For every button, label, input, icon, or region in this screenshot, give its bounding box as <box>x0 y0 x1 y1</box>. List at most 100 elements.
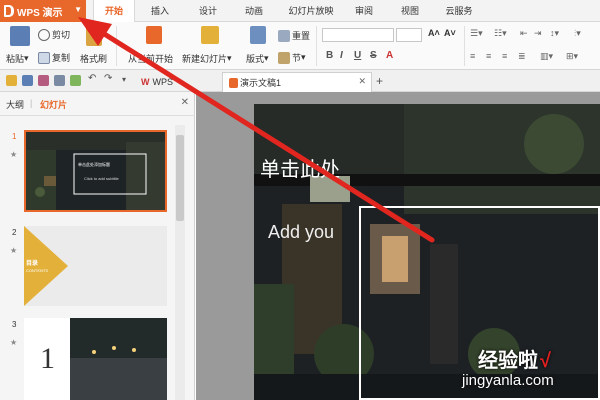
save-icon[interactable] <box>22 75 33 86</box>
tab-slideshow[interactable]: 幻灯片放映 <box>282 0 340 22</box>
tab-review[interactable]: 审阅 <box>346 0 382 22</box>
scissors-icon <box>38 28 50 41</box>
watermark-title: 经验啦 <box>478 350 538 372</box>
bullet-list-icon[interactable]: ☰▾ <box>470 28 483 39</box>
chevron-down-icon[interactable]: ▼ <box>74 5 82 14</box>
preview-icon[interactable] <box>70 75 81 86</box>
redo-icon[interactable]: ↷ <box>104 73 115 84</box>
thumbnail-gold-arrow-shape <box>24 226 68 306</box>
cut-button[interactable]: 剪切 <box>38 28 70 41</box>
slide-thumbnail[interactable]: 1 <box>24 318 167 400</box>
decrease-indent-icon[interactable]: ⇤ <box>520 28 528 39</box>
new-slide-button[interactable]: 新建幻灯片 ▾ <box>182 52 232 65</box>
text-direction-icon[interactable]: ⫶▾ <box>574 28 581 39</box>
undo-icon[interactable]: ↶ <box>88 73 99 84</box>
tab-design[interactable]: 设计 <box>190 0 226 22</box>
slide-thumbnail[interactable]: 单击此处添加标题 Click to add subtitle <box>24 130 167 212</box>
format-painter-button[interactable]: 格式刷 <box>80 52 107 65</box>
quick-access-bar: ↶ ↷ ▾ W WPS 演示文稿1 ✕ + <box>0 70 600 92</box>
align-center-icon[interactable]: ≡ <box>486 51 491 61</box>
font-grow-icon[interactable]: A˄ <box>428 28 440 38</box>
export-pdf-icon[interactable] <box>38 75 49 86</box>
new-tab-icon[interactable]: + <box>376 74 383 88</box>
print-icon[interactable] <box>54 75 65 86</box>
slide-thumbnail-row[interactable]: 1 ★ 单击此处添加标题 Click to add subtitle <box>0 130 175 216</box>
underline-button[interactable]: U <box>354 50 361 61</box>
tab-insert[interactable]: 插入 <box>142 0 178 22</box>
copy-button[interactable]: 复制 <box>38 51 70 64</box>
font-color-button[interactable]: A <box>386 50 393 61</box>
reset-icon <box>278 29 290 42</box>
slides-panel: 大纲 | 幻灯片 ✕ 1 ★ 单击此处添加标题 Click to add sub… <box>0 92 195 400</box>
panel-tab-divider: | <box>30 98 33 108</box>
doc-tab-presentation-label: 演示文稿1 <box>240 78 282 88</box>
strikethrough-button[interactable]: S <box>370 50 377 61</box>
tab-slides[interactable]: 幻灯片 <box>40 98 67 111</box>
brush-icon[interactable] <box>86 26 102 46</box>
thumbnail-number: 1 <box>40 342 55 375</box>
watermark-text: 经验啦 √ <box>478 344 551 373</box>
new-slide-label: 新建幻灯片 <box>182 54 228 64</box>
section-button[interactable]: 节 ▾ <box>278 51 306 64</box>
section-icon <box>278 51 290 64</box>
wps-icon: W <box>141 77 150 87</box>
justify-icon[interactable]: ≣ <box>518 51 526 62</box>
tab-view[interactable]: 视图 <box>392 0 428 22</box>
cut-label: 剪切 <box>52 30 71 40</box>
panel-scrollbar[interactable] <box>175 125 185 400</box>
paste-button[interactable]: 粘贴 ▾ <box>6 52 29 65</box>
star-icon: ★ <box>10 338 18 347</box>
open-folder-icon[interactable] <box>6 75 17 86</box>
scrollbar-thumb[interactable] <box>176 135 184 221</box>
slide-number: 1 <box>12 132 17 141</box>
numbered-list-icon[interactable]: ☷▾ <box>494 28 507 39</box>
font-shrink-icon[interactable]: A˅ <box>444 28 456 38</box>
wps-logo-icon <box>4 5 14 17</box>
slide-title-placeholder[interactable]: 单击此处 <box>260 153 340 182</box>
ribbon-divider <box>464 26 465 66</box>
thumbnail-title: 单击此处添加标题 <box>78 162 110 167</box>
slide-subtitle-placeholder[interactable]: Add you <box>268 222 334 243</box>
tab-animation[interactable]: 动画 <box>236 0 272 22</box>
columns-icon[interactable]: ▥▾ <box>540 51 553 62</box>
bold-button[interactable]: B <box>326 50 333 61</box>
menu-bar: WPS 演示 ▼ 开始 插入 设计 动画 幻灯片放映 审阅 视图 云服务 <box>0 0 600 22</box>
line-spacing-icon[interactable]: ↕▾ <box>550 28 559 39</box>
slide-thumbnail-row[interactable]: 3 ★ 1 <box>0 318 175 400</box>
layout-button[interactable]: 版式 ▾ <box>246 52 269 65</box>
app-menu-button[interactable]: WPS 演示 ▼ <box>0 0 86 22</box>
align-right-icon[interactable]: ≡ <box>502 51 507 61</box>
ribbon-divider <box>316 26 317 66</box>
tab-cloud[interactable]: 云服务 <box>438 0 480 22</box>
new-slide-icon[interactable] <box>201 26 219 44</box>
star-icon: ★ <box>10 246 18 255</box>
reset-label: 重置 <box>292 31 311 41</box>
slide-thumbnail[interactable]: 目录 CONTENTS <box>24 226 167 306</box>
tab-outline[interactable]: 大纲 <box>6 98 24 111</box>
app-title: WPS 演示 <box>17 7 63 19</box>
doc-tab-wps[interactable]: W WPS <box>135 72 219 92</box>
doc-tab-presentation[interactable]: 演示文稿1 ✕ <box>222 72 372 92</box>
slide-number: 2 <box>12 228 17 237</box>
increase-indent-icon[interactable]: ⇥ <box>534 28 542 39</box>
play-from-current-button[interactable]: 从当前开始 <box>128 52 173 65</box>
watermark-url: jingyanla.com <box>462 372 554 389</box>
tab-home[interactable]: 开始 <box>93 0 135 22</box>
play-from-current-label: 从当前开始 <box>128 54 174 64</box>
customize-icon[interactable]: ▾ <box>122 75 133 86</box>
reset-button[interactable]: 重置 <box>278 29 310 42</box>
align-left-icon[interactable]: ≡ <box>470 51 475 61</box>
close-icon[interactable]: ✕ <box>358 76 366 87</box>
font-size-select[interactable] <box>396 28 422 42</box>
paste-icon[interactable] <box>10 26 30 46</box>
font-family-select[interactable] <box>322 28 394 42</box>
text-align-icon[interactable]: ⊞▾ <box>566 51 578 62</box>
copy-icon <box>38 51 50 64</box>
layout-icon[interactable] <box>250 26 266 44</box>
close-icon[interactable]: ✕ <box>181 97 189 108</box>
slide-thumbnail-row[interactable]: 2 ★ 目录 CONTENTS <box>0 226 175 310</box>
italic-button[interactable]: I <box>340 50 343 61</box>
play-icon[interactable] <box>146 26 162 44</box>
check-mark-icon: √ <box>540 350 551 372</box>
thumbnail-subtitle: CONTENTS <box>26 268 48 273</box>
